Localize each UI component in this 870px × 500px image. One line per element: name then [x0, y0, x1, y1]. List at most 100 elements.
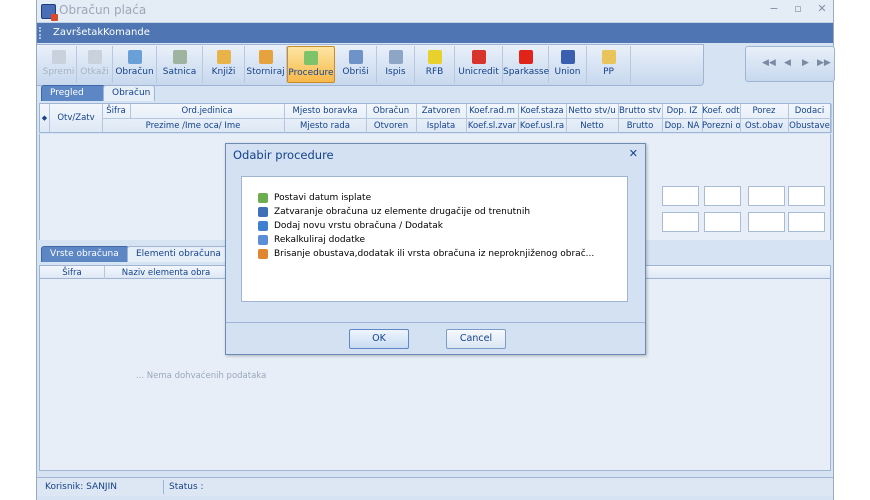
cancel-button[interactable]: Cancel: [446, 329, 506, 349]
col-header[interactable]: Koef.sl.zvar: [466, 119, 519, 133]
procedure-item-label: Dodaj novu vrstu obračuna / Dodatak: [274, 221, 443, 231]
menu-bar: Završetak Komande: [37, 23, 833, 43]
unicredit-icon: [471, 50, 486, 64]
dialog-title: Odabir procedure: [233, 148, 334, 162]
calculation-icon: [127, 50, 142, 64]
col-header[interactable]: Netto: [566, 119, 619, 133]
toolbar-button-label: Satnica: [162, 67, 197, 77]
recalc-icon: [258, 235, 268, 245]
save-icon: [51, 50, 66, 64]
toolbar-button-label: Union: [554, 67, 581, 77]
tab-vrste-obracuna[interactable]: Vrste obračuna: [41, 246, 129, 262]
col-header[interactable]: Koef.rad.m: [466, 104, 519, 118]
erase-icon: [258, 249, 268, 259]
delete-icon: [348, 50, 363, 64]
col-header[interactable]: Mjesto rada: [284, 119, 367, 133]
status-user: Korisnik: SANJIN: [45, 482, 117, 492]
procedure-item[interactable]: Zatvaranje obračuna uz elemente drugačij…: [258, 207, 530, 217]
summary-cell: [704, 186, 741, 206]
col-header[interactable]: Mjesto boravka: [284, 104, 367, 118]
menu-komande[interactable]: Komande: [103, 27, 150, 38]
col-header[interactable]: Porezni o: [702, 119, 741, 133]
tab-elementi-obracuna[interactable]: Elementi obračuna: [127, 246, 227, 262]
toolbar-satnica-button[interactable]: Satnica: [157, 46, 203, 83]
record-navigator: ◀◀ ◀ ▶ ▶▶: [745, 46, 835, 82]
toolbar-button-label: Unicredit: [458, 67, 499, 77]
toolbar-button-label: Procedure: [288, 68, 334, 78]
close-icon[interactable]: ✕: [817, 2, 827, 15]
ok-button[interactable]: OK: [349, 329, 409, 349]
next-record-icon[interactable]: ▶: [802, 58, 809, 68]
tab-obracun[interactable]: Obračun: [103, 85, 155, 101]
toolbar-rfb-button[interactable]: RFB: [415, 46, 455, 83]
summary-cell: [748, 186, 785, 206]
toolbar-pp-button[interactable]: PP: [587, 46, 631, 83]
last-record-icon[interactable]: ▶▶: [817, 58, 831, 68]
procedure-item[interactable]: Brisanje obustava,dodatak ili vrsta obra…: [258, 249, 594, 259]
toolbar-storniraj-button[interactable]: Storniraj: [245, 46, 287, 83]
procedure-list: Postavi datum isplate Zatvaranje obračuna…: [241, 176, 628, 302]
col-header[interactable]: Prezime /Ime oca/ Ime: [102, 119, 285, 133]
maximize-icon[interactable]: ▫: [793, 2, 803, 15]
toolbar-ispis-button[interactable]: Ispis: [377, 46, 415, 83]
cancel-icon: [87, 50, 102, 64]
reverse-icon: [258, 50, 273, 64]
toolbar-knji-i-button[interactable]: Knjiži: [203, 46, 245, 83]
col-header[interactable]: Zatvoren: [416, 104, 467, 118]
close-calc-icon: [258, 207, 268, 217]
procedure-item[interactable]: Rekalkuliraj dodatke: [258, 235, 365, 245]
payroll-grid-header: ◆ Otv/Zatv Šifra Ord.jedinica Mjesto borav…: [39, 103, 832, 133]
procedure-icon: [304, 51, 318, 65]
toolbar-procedure-button[interactable]: Procedure: [287, 46, 335, 83]
col-otv-zatv[interactable]: Otv/Zatv: [50, 104, 103, 132]
first-record-icon[interactable]: ◀◀: [762, 58, 776, 68]
col-header[interactable]: Ost.obav: [740, 119, 789, 133]
folder-icon: [601, 50, 616, 64]
col-header[interactable]: Koef. odt: [702, 104, 741, 118]
title-bar: Obračun plaća − ▫ ✕: [37, 0, 833, 23]
procedure-item-label: Rekalkuliraj dodatke: [274, 235, 366, 245]
col-header[interactable]: Obračun: [366, 104, 417, 118]
print-icon: [388, 50, 403, 64]
col-sifra[interactable]: Šifra: [40, 266, 105, 280]
toolbar-button-label: RFB: [425, 67, 444, 77]
col-header[interactable]: Isplata: [416, 119, 467, 133]
col-header[interactable]: Netto stv/u: [566, 104, 619, 118]
procedure-item[interactable]: Dodaj novu vrstu obračuna / Dodatak: [258, 221, 443, 231]
col-header[interactable]: Otvoren: [366, 119, 417, 133]
toolbar-sparkasse-button[interactable]: Sparkasse: [503, 46, 549, 83]
main-toolbar: Spremi Otkaži Obračun Satnica Knjiži Stornira…: [37, 44, 704, 86]
toolbar-spremi-button[interactable]: Spremi: [41, 46, 77, 83]
col-header[interactable]: Dodaci: [788, 104, 832, 118]
summary-cell: [704, 212, 741, 232]
col-header[interactable]: Obustave: [788, 119, 832, 133]
union-icon: [560, 50, 575, 64]
dialog-close-icon[interactable]: ✕: [629, 147, 638, 160]
summary-cell: [662, 186, 699, 206]
toolbar-unicredit-button[interactable]: Unicredit: [455, 46, 503, 83]
col-header[interactable]: Šifra: [102, 104, 131, 118]
col-header[interactable]: Porez: [740, 104, 789, 118]
sparkasse-icon: [518, 50, 533, 64]
toolbar-obri-i-button[interactable]: Obriši: [335, 46, 377, 83]
col-header[interactable]: Koef.usl.ra: [518, 119, 567, 133]
book-icon: [216, 50, 231, 64]
col-header[interactable]: Brutto: [618, 119, 663, 133]
minimize-icon[interactable]: −: [769, 2, 779, 15]
col-header[interactable]: Dop. IZ: [662, 104, 703, 118]
col-header[interactable]: Ord.jedinica: [130, 104, 285, 118]
row-indicator-icon: ◆: [40, 104, 50, 132]
col-naziv-elementa[interactable]: Naziv elementa obra: [104, 266, 229, 280]
prev-record-icon[interactable]: ◀: [784, 58, 791, 68]
toolbar-otka-i-button[interactable]: Otkaži: [77, 46, 113, 83]
col-header[interactable]: Brutto stv: [618, 104, 663, 118]
app-icon: [41, 4, 58, 21]
procedure-item[interactable]: Postavi datum isplate: [258, 193, 371, 203]
tab-pregled[interactable]: Pregled: [41, 85, 105, 101]
toolbar-union-button[interactable]: Union: [549, 46, 587, 83]
col-header[interactable]: Dop. NA: [662, 119, 703, 133]
col-header[interactable]: Koef.staza: [518, 104, 567, 118]
toolbar-obra-un-button[interactable]: Obračun: [113, 46, 157, 83]
menu-zavrsetak[interactable]: Završetak: [53, 27, 103, 38]
toolbar-button-label: Otkaži: [80, 67, 109, 77]
